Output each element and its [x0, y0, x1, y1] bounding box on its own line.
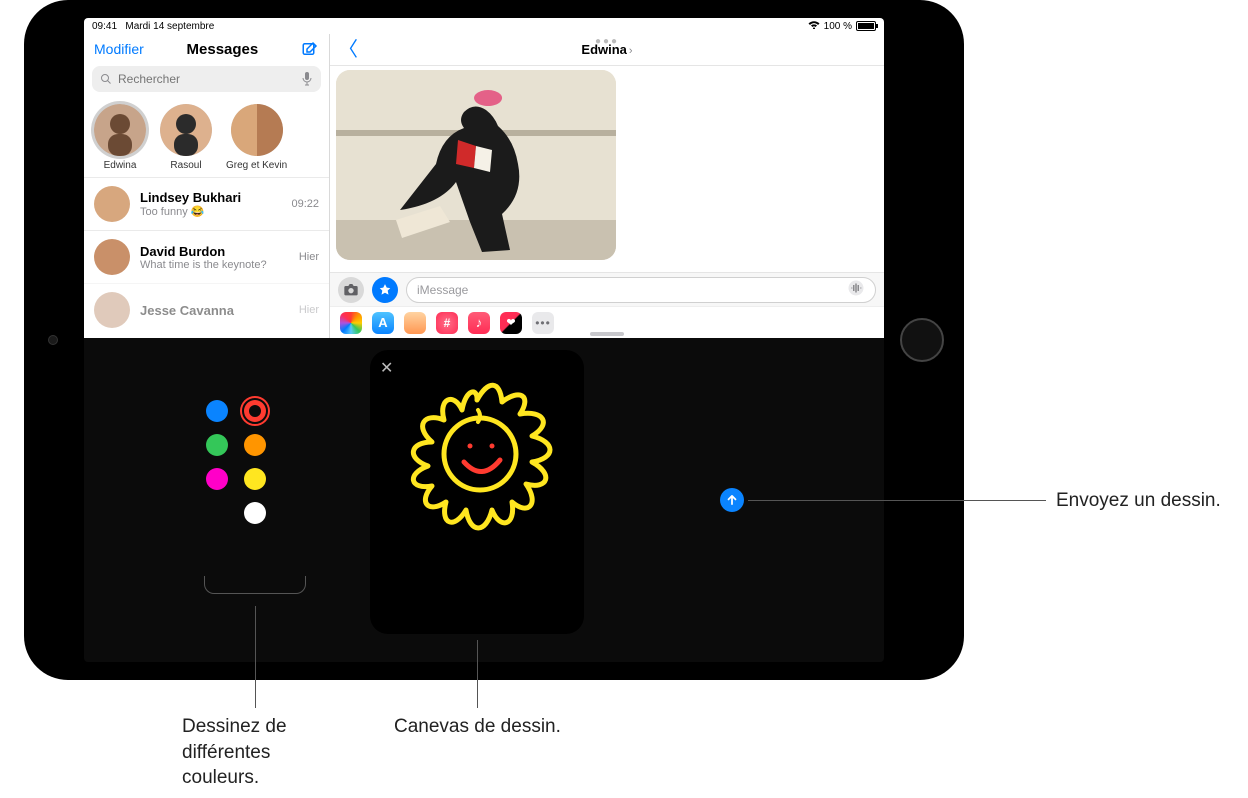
- ipad-frame: 09:41 Mardi 14 septembre 100 %: [24, 0, 964, 680]
- battery-percent: 100 %: [824, 21, 852, 32]
- conversation-row[interactable]: Jesse Cavanna Hier: [84, 283, 329, 336]
- chat-pane: ●●● 〈 Edwina›: [330, 34, 884, 338]
- photos-app-icon[interactable]: [340, 312, 362, 334]
- leader-line: [748, 500, 1046, 501]
- received-photo[interactable]: [336, 70, 616, 260]
- leader-line: [477, 640, 478, 708]
- avatar: [94, 239, 130, 275]
- drawing-canvas[interactable]: ✕: [370, 350, 584, 634]
- conversation-row[interactable]: David Burdon What time is the keynote? H…: [84, 230, 329, 283]
- status-left: 09:41 Mardi 14 septembre: [92, 21, 214, 32]
- search-field[interactable]: [92, 66, 321, 92]
- color-swatch-red-selected[interactable]: [244, 400, 266, 422]
- annotation-bracket: [204, 576, 306, 594]
- conversation-preview: What time is the keynote?: [140, 259, 289, 271]
- status-bar: 09:41 Mardi 14 septembre 100 %: [84, 18, 884, 34]
- pinned-name: Edwina: [104, 160, 137, 171]
- dictate-icon[interactable]: [301, 71, 313, 87]
- chevron-right-icon: ›: [629, 45, 633, 57]
- appstore-app-icon[interactable]: A: [372, 312, 394, 334]
- pinned-contact-edwina[interactable]: Edwina: [94, 104, 146, 171]
- color-swatch-white[interactable]: [244, 502, 266, 524]
- send-drawing-button[interactable]: [720, 488, 744, 512]
- home-button[interactable]: [900, 318, 944, 362]
- message-field[interactable]: iMessage: [406, 277, 876, 303]
- conversation-list[interactable]: Lindsey Bukhari Too funny 😂 09:22 David …: [84, 177, 329, 338]
- compose-icon[interactable]: [301, 40, 319, 58]
- status-date: Mardi 14 septembre: [125, 21, 214, 32]
- conversation-preview: Too funny 😂: [140, 205, 281, 218]
- color-palette: [206, 400, 266, 524]
- conversation-time: Hier: [299, 251, 319, 263]
- battery-icon: [856, 21, 876, 31]
- screen: 09:41 Mardi 14 septembre 100 %: [84, 18, 884, 662]
- chat-header: 〈 Edwina›: [330, 34, 884, 66]
- music-app-icon[interactable]: ♪: [468, 312, 490, 334]
- color-swatch-blue[interactable]: [206, 400, 228, 422]
- pinned-name: Greg et Kevin: [226, 160, 287, 171]
- avatar: [94, 292, 130, 328]
- conversation-row[interactable]: Lindsey Bukhari Too funny 😂 09:22: [84, 177, 329, 230]
- conversation-name: David Burdon: [140, 244, 289, 259]
- back-button[interactable]: 〈: [338, 40, 358, 60]
- hashtag-app-icon[interactable]: #: [436, 312, 458, 334]
- edit-button[interactable]: Modifier: [94, 41, 144, 57]
- conversation-name: Lindsey Bukhari: [140, 190, 281, 205]
- pinned-contact-rasoul[interactable]: Rasoul: [160, 104, 212, 171]
- callout-colors: Dessinez de différentes couleurs.: [182, 714, 342, 791]
- message-input-bar: iMessage: [330, 272, 884, 306]
- apps-button[interactable]: [372, 277, 398, 303]
- memoji-app-icon[interactable]: [404, 312, 426, 334]
- message-placeholder: iMessage: [417, 283, 468, 297]
- conversation-name: Jesse Cavanna: [140, 303, 289, 318]
- chat-transcript[interactable]: [330, 66, 884, 272]
- status-time: 09:41: [92, 21, 117, 32]
- color-swatch-magenta[interactable]: [206, 468, 228, 490]
- more-apps-button[interactable]: •••: [532, 312, 554, 334]
- conversation-time: Hier: [299, 304, 319, 316]
- wifi-icon: [808, 21, 820, 32]
- audio-wave-icon[interactable]: [847, 279, 865, 300]
- avatar: [94, 186, 130, 222]
- conversation-sidebar: Modifier Messages: [84, 34, 330, 338]
- drawer-handle[interactable]: [590, 332, 624, 336]
- pinned-contact-group[interactable]: Greg et Kevin: [226, 104, 287, 171]
- sidebar-title: Messages: [187, 41, 259, 58]
- digitaltouch-app-icon[interactable]: ❤: [500, 312, 522, 334]
- color-swatch-yellow[interactable]: [244, 468, 266, 490]
- color-swatch-green[interactable]: [206, 434, 228, 456]
- callout-canvas: Canevas de dessin.: [394, 714, 561, 740]
- pinned-contacts: Edwina Rasoul Greg et Kevin: [84, 96, 329, 177]
- camera-button[interactable]: [338, 277, 364, 303]
- leader-line: [255, 606, 256, 708]
- callout-send: Envoyez un dessin.: [1056, 488, 1221, 514]
- conversation-time: 09:22: [291, 198, 319, 210]
- chat-contact-name[interactable]: Edwina: [581, 42, 627, 57]
- color-swatch-orange[interactable]: [244, 434, 266, 456]
- pinned-name: Rasoul: [170, 160, 201, 171]
- ipad-camera: [48, 335, 58, 345]
- messages-app: 09:41 Mardi 14 septembre 100 %: [84, 18, 884, 338]
- search-icon: [100, 73, 112, 85]
- search-input[interactable]: [118, 72, 295, 86]
